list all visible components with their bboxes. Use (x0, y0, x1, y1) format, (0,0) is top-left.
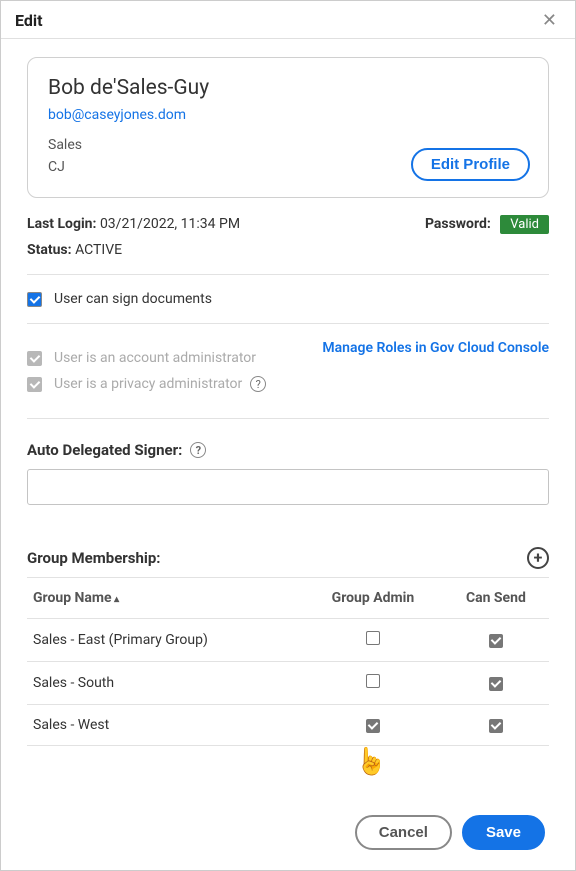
checkbox-checked-icon[interactable] (489, 677, 503, 691)
checkbox-checked-icon[interactable] (489, 634, 503, 648)
status-value: ACTIVE (75, 242, 122, 258)
status-label: Status: (27, 242, 72, 258)
separator (27, 323, 549, 324)
separator (27, 418, 549, 419)
group-table: Group Name Group Admin Can Send Sales - … (27, 577, 549, 746)
separator (27, 274, 549, 275)
profile-card: Bob de'Sales-Guy bob@caseyjones.dom Sale… (27, 57, 549, 198)
col-group-admin[interactable]: Group Admin (303, 578, 443, 619)
check-priv-admin: User is a privacy administrator ? (27, 376, 266, 392)
help-icon[interactable]: ? (250, 376, 266, 392)
help-icon[interactable]: ? (190, 442, 206, 458)
auto-delegate-label: Auto Delegated Signer: ? (27, 441, 549, 459)
last-login-value: 03/21/2022, 11:34 PM (100, 216, 240, 232)
table-row: Sales - East (Primary Group) (27, 619, 549, 662)
group-membership-heading: Group Membership: (27, 549, 161, 567)
table-header-row: Group Name Group Admin Can Send (27, 578, 549, 619)
roles-row: User is an account administrator User is… (27, 340, 549, 402)
checkbox-empty-icon[interactable] (366, 631, 380, 645)
close-icon[interactable]: ✕ (542, 12, 557, 30)
last-login-label: Last Login: (27, 216, 96, 232)
checkbox-checked-icon[interactable] (366, 719, 380, 733)
dialog-body: Bob de'Sales-Guy bob@caseyjones.dom Sale… (1, 39, 575, 764)
group-name-cell: Sales - South (27, 662, 303, 705)
check-can-sign[interactable]: User can sign documents (27, 291, 549, 307)
table-row: Sales - West (27, 705, 549, 746)
checkbox-disabled-icon (27, 351, 42, 366)
col-can-send[interactable]: Can Send (443, 578, 549, 619)
checkbox-checked-icon[interactable] (27, 292, 42, 307)
password-label: Password: (425, 216, 491, 232)
dialog-title: Edit (15, 11, 43, 30)
group-membership-header: Group Membership: + (27, 547, 549, 569)
check-priv-admin-label: User is a privacy administrator (54, 376, 242, 392)
checkbox-empty-icon[interactable] (366, 674, 380, 688)
table-row: Sales - South (27, 662, 549, 705)
checkbox-checked-icon[interactable] (489, 719, 503, 733)
group-name-cell: Sales - East (Primary Group) (27, 619, 303, 662)
meta-login-row: Last Login: 03/21/2022, 11:34 PM Passwor… (27, 216, 549, 232)
col-group-name[interactable]: Group Name (27, 578, 303, 619)
check-acct-admin: User is an account administrator (27, 350, 266, 366)
edit-user-dialog: Edit ✕ Bob de'Sales-Guy bob@caseyjones.d… (0, 0, 576, 871)
checkbox-disabled-icon (27, 377, 42, 392)
dialog-footer: Cancel Save (355, 815, 545, 850)
password-badge: Valid (500, 215, 549, 234)
add-group-icon[interactable]: + (527, 547, 549, 569)
user-email[interactable]: bob@caseyjones.dom (48, 107, 186, 123)
save-button[interactable]: Save (462, 815, 545, 850)
group-name-cell: Sales - West (27, 705, 303, 746)
user-name: Bob de'Sales-Guy (48, 76, 528, 100)
auto-delegate-input[interactable] (27, 469, 549, 505)
manage-roles-link[interactable]: Manage Roles in Gov Cloud Console (322, 340, 549, 356)
dialog-header: Edit ✕ (1, 1, 575, 39)
meta-status-row: Status: ACTIVE (27, 242, 549, 258)
check-can-sign-label: User can sign documents (54, 291, 212, 307)
check-acct-admin-label: User is an account administrator (54, 350, 256, 366)
cancel-button[interactable]: Cancel (355, 815, 452, 850)
edit-profile-button[interactable]: Edit Profile (411, 148, 530, 181)
